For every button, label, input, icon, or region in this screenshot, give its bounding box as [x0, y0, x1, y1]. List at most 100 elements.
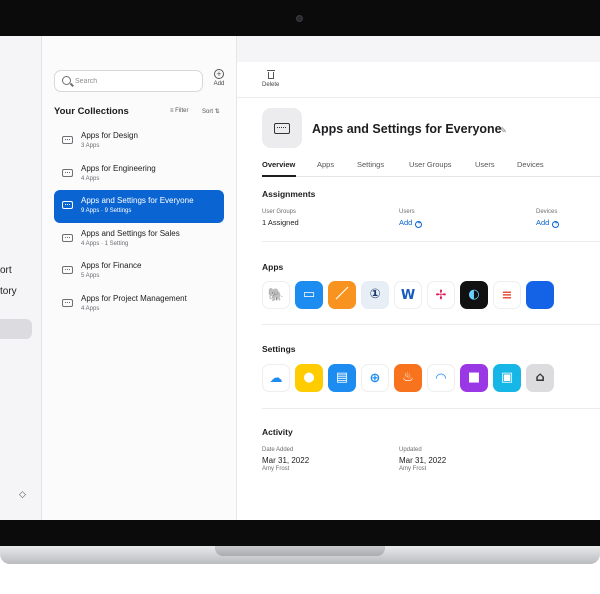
- collection-icon-tile: [262, 108, 302, 148]
- tips-icon[interactable]: ●: [295, 364, 323, 392]
- divider: [262, 241, 600, 242]
- laptop-notch: [215, 546, 385, 556]
- delete-label: Delete: [262, 82, 280, 88]
- collection-item[interactable]: Apps for Engineering 4 Apps: [54, 158, 224, 191]
- tab-settings[interactable]: Settings: [357, 160, 384, 169]
- icloud-icon[interactable]: ☁: [262, 364, 290, 392]
- search-icon: [62, 76, 71, 85]
- plus-circle-icon: +: [552, 221, 560, 228]
- delete-button[interactable]: Delete: [262, 70, 280, 88]
- title-bar: [237, 36, 600, 62]
- user-groups-label: User Groups: [262, 209, 297, 215]
- word-icon[interactable]: W: [394, 281, 422, 309]
- collection-title: Apps for Design: [81, 131, 138, 140]
- assignments-heading: Assignments: [262, 189, 316, 199]
- search-field[interactable]: [54, 70, 203, 92]
- edit-pencil-icon[interactable]: ✎: [500, 126, 507, 135]
- tab-divider: [262, 176, 600, 177]
- firewall-icon[interactable]: ♨: [394, 364, 422, 392]
- sidebar-item-selected[interactable]: [0, 319, 32, 339]
- collection-item[interactable]: Apps for Design 3 Apps: [54, 125, 224, 158]
- add-users-link[interactable]: Add +: [399, 218, 423, 228]
- 1password-icon[interactable]: ①: [361, 281, 389, 309]
- sidebar-item-label[interactable]: tory: [0, 286, 17, 297]
- tab-devices[interactable]: Devices: [517, 160, 544, 169]
- add-collection-button[interactable]: + Add: [208, 69, 230, 87]
- collections-panel: + Add Your Collections ≡ Filter Sort ⇅ A…: [42, 36, 237, 520]
- keyboard-icon: [62, 233, 73, 242]
- add-devices-link[interactable]: Add +: [536, 218, 560, 228]
- keyboard-icon: [62, 298, 73, 307]
- webex-icon[interactable]: ◐: [460, 281, 488, 309]
- collection-title: Apps for Project Management: [81, 293, 187, 303]
- tab-user-groups[interactable]: User Groups: [409, 160, 452, 169]
- updated-value: Mar 31, 2022: [399, 456, 447, 465]
- collection-detail: Delete Apps and Settings for Everyone ✎ …: [237, 36, 600, 520]
- collection-subtitle: 5 Apps: [81, 273, 100, 279]
- add-users-label: Add: [399, 218, 413, 227]
- divider: [262, 324, 600, 325]
- updated-by: Amy Frost: [399, 466, 427, 472]
- keyboard-icon: [62, 136, 73, 144]
- tab-apps[interactable]: Apps: [317, 160, 334, 169]
- tab-users[interactable]: Users: [475, 160, 495, 169]
- updated-label: Updated: [399, 447, 422, 453]
- added-by: Amy Frost: [262, 466, 290, 472]
- wifi-icon[interactable]: ◠: [427, 364, 455, 392]
- collection-subtitle: 9 Apps · 9 Settings: [81, 208, 132, 214]
- collection-subtitle: 3 Apps: [81, 143, 100, 149]
- collection-title: Apps and Settings for Everyone: [81, 196, 194, 205]
- lock-icon[interactable]: ■: [460, 364, 488, 392]
- keynote-icon[interactable]: ▭: [295, 281, 323, 309]
- filter-button[interactable]: ≡ Filter: [170, 108, 189, 114]
- screen-bezel-bottom: [0, 520, 600, 548]
- sidebar-item-label[interactable]: ort: [0, 265, 12, 276]
- apple-support-icon[interactable]: [526, 281, 554, 309]
- collection-item[interactable]: Apps and Settings for Sales 4 Apps · 1 S…: [54, 223, 224, 256]
- collection-title: Apps for Engineering: [81, 163, 156, 173]
- devices-label: Devices: [536, 209, 558, 215]
- collections-list: Apps for Design 3 Apps Apps for Engineer…: [54, 125, 224, 320]
- collection-subtitle: 4 Apps: [81, 175, 100, 182]
- home-security-icon[interactable]: ⌂: [526, 364, 554, 392]
- plus-circle-icon: +: [214, 69, 224, 79]
- screen-bezel-top: [0, 0, 600, 36]
- collection-item[interactable]: Apps for Finance 5 Apps: [54, 255, 224, 288]
- collection-subtitle: 4 Apps: [81, 305, 100, 312]
- tab-overview[interactable]: Overview: [262, 160, 295, 169]
- add-label: Add: [213, 81, 225, 87]
- plus-circle-icon: +: [415, 221, 423, 228]
- stepper-icon[interactable]: ◇: [19, 489, 26, 500]
- slack-icon[interactable]: ✢: [427, 281, 455, 309]
- tab-active-indicator: [262, 175, 296, 177]
- pages-icon[interactable]: ／: [328, 281, 356, 309]
- keyboard-icon: [62, 201, 73, 209]
- add-devices-label: Add: [536, 218, 550, 227]
- date-added-label: Date Added: [262, 447, 294, 453]
- collection-subtitle: 4 Apps · 1 Setting: [81, 240, 129, 247]
- collection-item[interactable]: Apps for Project Management 4 Apps: [54, 288, 224, 321]
- users-label: Users: [399, 209, 415, 215]
- evernote-icon[interactable]: 🐘: [262, 281, 290, 309]
- divider: [262, 408, 600, 409]
- settings-heading: Settings: [262, 344, 296, 354]
- keyboard-icon: [274, 123, 290, 134]
- network-globe-icon[interactable]: ⊕: [361, 364, 389, 392]
- page-title: Apps and Settings for Everyone: [312, 122, 502, 136]
- apps-heading: Apps: [262, 262, 284, 272]
- screen-lock-icon[interactable]: ▣: [493, 364, 521, 392]
- collection-title: Apps for Finance: [81, 261, 142, 270]
- trash-icon: [266, 70, 275, 79]
- sort-button[interactable]: Sort ⇅: [202, 108, 220, 115]
- keyboard-icon: [62, 168, 73, 177]
- keyboard-icon: [62, 266, 73, 274]
- activity-heading: Activity: [262, 427, 293, 437]
- printer-icon[interactable]: ▤: [328, 364, 356, 392]
- speaker-deck-icon[interactable]: ≡: [493, 281, 521, 309]
- search-input[interactable]: [75, 74, 195, 89]
- detail-tabs: Overview Apps Settings User Groups Users…: [262, 160, 600, 176]
- date-added-value: Mar 31, 2022: [262, 456, 310, 465]
- app-window: ort tory ◇ + Add Your Collections ≡ Filt…: [0, 36, 600, 520]
- collection-item-selected[interactable]: Apps and Settings for Everyone 9 Apps · …: [54, 190, 224, 223]
- camera-icon: [296, 15, 303, 22]
